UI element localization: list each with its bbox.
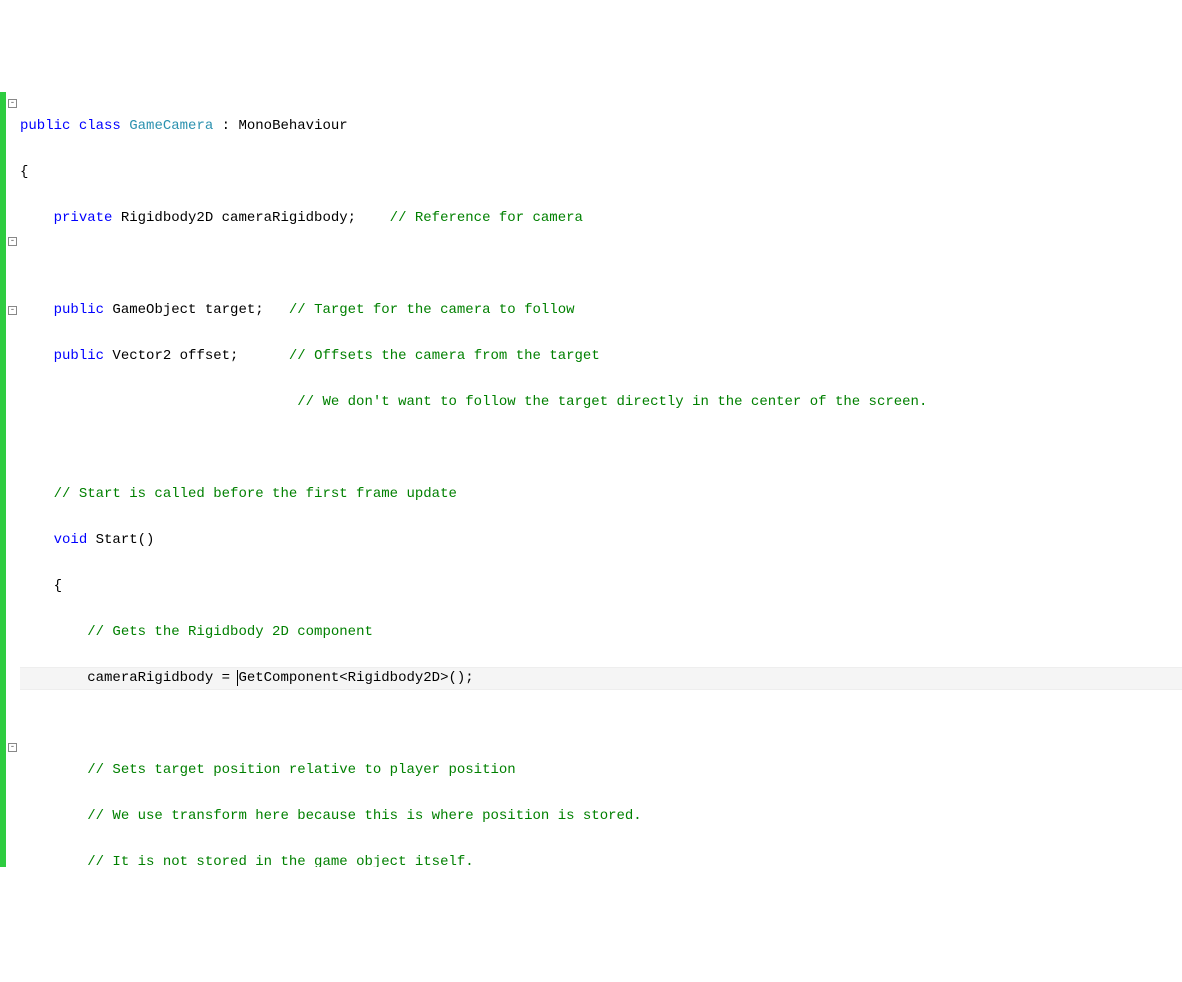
indent <box>20 532 54 548</box>
fold-toggle-icon[interactable]: - <box>8 237 17 246</box>
code-line[interactable]: // Sets target position relative to play… <box>20 759 1182 782</box>
comment: // Gets the Rigidbody 2D component <box>87 624 373 640</box>
indent <box>54 394 298 410</box>
keyword: class <box>79 118 121 134</box>
code-text: Vector2 offset; <box>104 348 289 364</box>
indent <box>20 394 54 410</box>
code-line[interactable] <box>20 437 1182 460</box>
code-line[interactable]: // It is not stored in the game object i… <box>20 851 1182 867</box>
code-line[interactable]: void Start() <box>20 529 1182 552</box>
keyword: private <box>54 210 113 226</box>
fold-toggle-icon[interactable]: - <box>8 743 17 752</box>
keyword: void <box>54 532 88 548</box>
code-line[interactable]: public Vector2 offset; // Offsets the ca… <box>20 345 1182 368</box>
code-line-current[interactable]: cameraRigidbody = GetComponent<Rigidbody… <box>20 667 1182 690</box>
indent <box>20 578 54 594</box>
code-line[interactable]: public GameObject target; // Target for … <box>20 299 1182 322</box>
type-name: GameCamera <box>129 118 213 134</box>
code-editor[interactable]: - - - - public class GameCamera : MonoBe… <box>0 92 1182 867</box>
indent <box>20 348 54 364</box>
indent <box>20 210 54 226</box>
indent <box>20 624 87 640</box>
comment: // It is not stored in the game object i… <box>87 854 473 867</box>
comment: // Offsets the camera from the target <box>289 348 600 364</box>
brace: { <box>20 164 28 180</box>
indent <box>20 762 87 778</box>
indent <box>20 854 87 867</box>
indent <box>20 670 87 686</box>
brace: { <box>54 578 62 594</box>
fold-toggle-icon[interactable]: - <box>8 99 17 108</box>
indent <box>20 808 87 824</box>
code-area[interactable]: public class GameCamera : MonoBehaviour … <box>20 92 1182 867</box>
code-text: cameraRigidbody = <box>87 670 238 686</box>
comment: // We don't want to follow the target di… <box>297 394 927 410</box>
comment: // Sets target position relative to play… <box>87 762 515 778</box>
keyword: public <box>54 348 104 364</box>
code-line[interactable]: { <box>20 161 1182 184</box>
indent <box>20 302 54 318</box>
code-line[interactable]: private Rigidbody2D cameraRigidbody; // … <box>20 207 1182 230</box>
keyword: public <box>54 302 104 318</box>
code-line[interactable] <box>20 713 1182 736</box>
indent <box>20 486 54 502</box>
code-line[interactable]: // We don't want to follow the target di… <box>20 391 1182 414</box>
code-line[interactable]: // Start is called before the first fram… <box>20 483 1182 506</box>
code-text: Rigidbody2D cameraRigidbody; <box>112 210 389 226</box>
code-line[interactable]: public class GameCamera : MonoBehaviour <box>20 115 1182 138</box>
comment: // Target for the camera to follow <box>289 302 575 318</box>
code-text: GetComponent<Rigidbody2D>(); <box>238 670 473 686</box>
code-line[interactable]: { <box>20 575 1182 598</box>
code-line[interactable]: // We use transform here because this is… <box>20 805 1182 828</box>
comment: // Start is called before the first fram… <box>54 486 457 502</box>
code-line[interactable]: // Gets the Rigidbody 2D component <box>20 621 1182 644</box>
fold-toggle-icon[interactable]: - <box>8 306 17 315</box>
comment: // We use transform here because this is… <box>87 808 642 824</box>
code-text: GameObject target; <box>104 302 289 318</box>
code-text: : MonoBehaviour <box>213 118 347 134</box>
fold-gutter[interactable]: - - - - <box>6 92 20 867</box>
keyword: public <box>20 118 70 134</box>
code-text: Start() <box>87 532 154 548</box>
comment: // Reference for camera <box>390 210 583 226</box>
code-line[interactable] <box>20 253 1182 276</box>
